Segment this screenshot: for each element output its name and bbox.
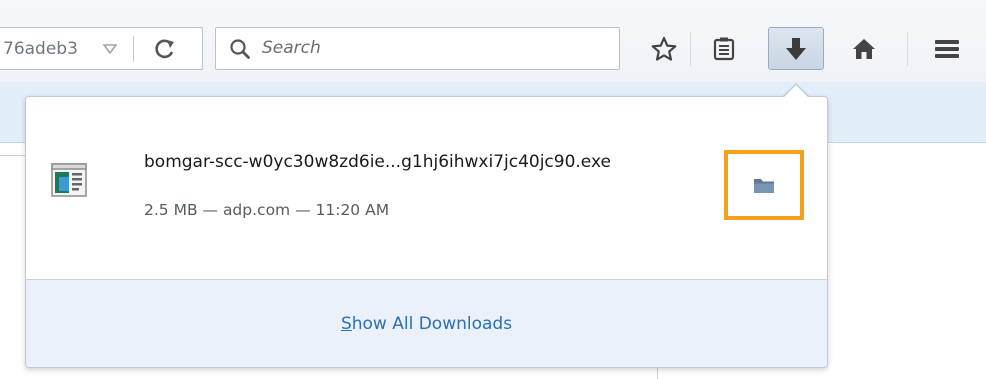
bookmarks-menu-button[interactable] (702, 27, 746, 70)
downloads-panel-footer: Show All Downloads (26, 279, 827, 367)
open-containing-folder-button[interactable] (724, 150, 804, 220)
page-divider-left (0, 155, 26, 156)
download-status: 2.5 MB — adp.com — 11:20 AM (144, 201, 390, 219)
hamburger-menu-icon (935, 39, 959, 58)
panel-arrow-fill (784, 85, 808, 97)
search-bar[interactable] (215, 27, 620, 70)
bookmark-button[interactable] (643, 27, 685, 70)
toolbar-separator (907, 32, 908, 66)
show-all-downloads-button[interactable]: Show All Downloads (26, 280, 827, 367)
url-bar[interactable]: 76adeb3 (0, 27, 203, 70)
star-icon (651, 36, 677, 61)
download-arrow-icon (786, 37, 806, 60)
download-item[interactable]: bomgar-scc-w0yc30w8zd6ie...g1hj6ihwxi7jc… (26, 97, 827, 279)
download-filename: bomgar-scc-w0yc30w8zd6ie...g1hj6ihwxi7jc… (144, 152, 611, 172)
search-icon (229, 38, 251, 60)
search-input[interactable] (262, 34, 602, 62)
folder-icon (754, 179, 774, 193)
executable-file-icon (51, 163, 87, 197)
reload-icon (155, 39, 174, 59)
show-all-access-key: S (340, 314, 352, 334)
toolbar-separator (690, 32, 691, 66)
bookmarks-list-icon (713, 37, 735, 60)
reload-button[interactable] (145, 36, 185, 62)
url-text: 76adeb3 (3, 39, 78, 59)
home-button[interactable] (842, 27, 886, 70)
home-icon (853, 38, 875, 59)
url-separator (133, 36, 134, 62)
downloads-button[interactable] (768, 27, 824, 70)
menu-button[interactable] (922, 27, 972, 70)
chevron-down-icon[interactable] (101, 40, 119, 58)
downloads-panel: bomgar-scc-w0yc30w8zd6ie...g1hj6ihwxi7jc… (25, 96, 828, 368)
show-all-label: how All Downloads (351, 314, 513, 334)
